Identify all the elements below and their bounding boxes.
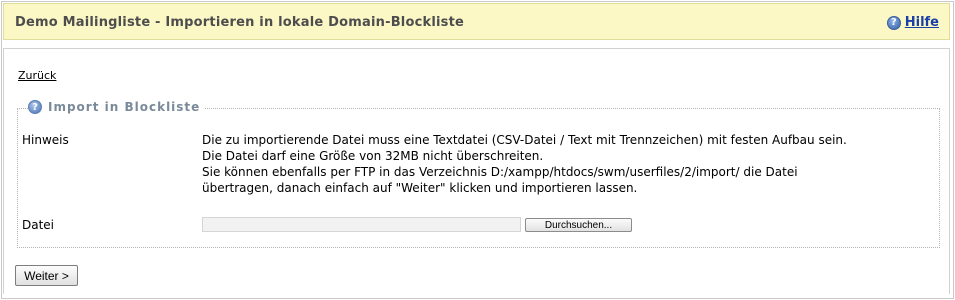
hint-line: übertragen, danach einfach auf "Weiter" … [202, 181, 638, 195]
file-label: Datei [22, 218, 55, 232]
hint-line: Die zu importierende Datei muss eine Tex… [202, 133, 847, 147]
help-icon: ? [28, 100, 42, 114]
browse-button[interactable]: Durchsuchen... [525, 218, 632, 232]
legend-label: Import in Blockliste [48, 100, 201, 114]
hint-line: Die Datei darf eine Größe von 32MB nicht… [202, 149, 544, 163]
fieldset-legend: ? Import in Blockliste [28, 100, 205, 114]
page-title: Demo Mailingliste - Importieren in lokal… [15, 15, 465, 30]
hint-label: Hinweis [22, 133, 69, 147]
page-header: Demo Mailingliste - Importieren in lokal… [3, 3, 950, 40]
hint-text: Die zu importierende Datei muss eine Tex… [202, 132, 932, 196]
next-button[interactable]: Weiter > [15, 265, 78, 286]
help-label[interactable]: Hilfe [905, 15, 939, 30]
hint-line: Sie können ebenfalls per FTP in das Verz… [202, 165, 798, 179]
file-path-input[interactable] [202, 217, 521, 232]
back-link[interactable]: Zurück [18, 69, 56, 82]
help-icon[interactable]: ? [886, 15, 901, 30]
help-link[interactable]: ? Hilfe [886, 15, 939, 30]
